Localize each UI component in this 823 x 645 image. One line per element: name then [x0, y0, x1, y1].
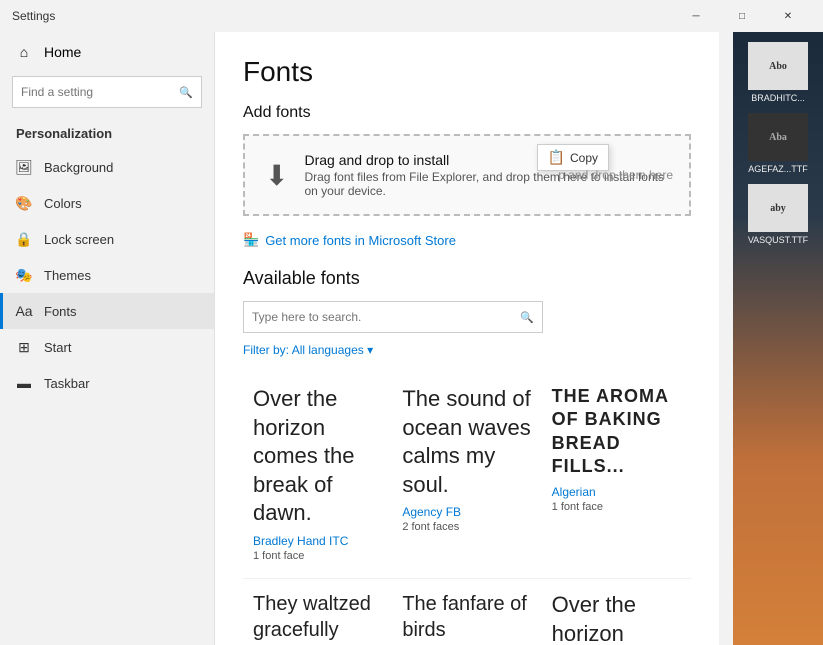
- copy-label: Copy: [570, 151, 598, 165]
- themes-icon: 🎭: [16, 267, 32, 283]
- desktop-icon-label: AGEFAZ...TTF: [748, 164, 808, 174]
- filter-bar: Filter by: All languages ▾: [243, 343, 691, 357]
- taskbar-icon: ▬: [16, 375, 32, 391]
- add-fonts-title: Add fonts: [243, 104, 691, 122]
- filter-label: Filter by:: [243, 343, 289, 357]
- fonts-search[interactable]: 🔍: [243, 301, 543, 333]
- fonts-grid: Over the horizon comes the break of dawn…: [243, 373, 691, 645]
- desktop-file-icon[interactable]: aby VASQUST.TTF: [743, 184, 813, 245]
- maximize-button[interactable]: □: [719, 0, 765, 32]
- desktop-strip: Abo BRADHITC... Aba AGEFAZ...TTF aby VAS…: [733, 32, 823, 645]
- font-preview: The sound of ocean waves calms my soul.: [402, 385, 531, 499]
- scrollbar[interactable]: [719, 32, 733, 645]
- fonts-search-input[interactable]: [252, 310, 520, 324]
- sidebar-item-colors[interactable]: 🎨 Colors: [0, 185, 214, 221]
- sidebar-item-start[interactable]: ⊞ Start: [0, 329, 214, 365]
- fonts-search-icon: 🔍: [520, 311, 534, 324]
- font-card[interactable]: The fanfare of birds announces th... Ari…: [392, 579, 541, 645]
- drag-drop-icon: ⬇: [265, 159, 288, 192]
- desktop-icon-label: BRADHITC...: [751, 93, 805, 103]
- titlebar-title: Settings: [12, 9, 673, 23]
- store-icon: 🏪: [243, 232, 259, 248]
- sidebar-item-themes[interactable]: 🎭 Themes: [0, 257, 214, 293]
- filter-value[interactable]: All languages ▾: [292, 343, 373, 357]
- font-card[interactable]: They waltzed gracefully through the air.…: [243, 579, 392, 645]
- fonts-icon: Aa: [16, 303, 32, 319]
- desktop-icons: Abo BRADHITC... Aba AGEFAZ...TTF aby VAS…: [743, 42, 813, 245]
- desktop-icon-thumb: Abo: [748, 42, 808, 90]
- sidebar-item-label: Lock screen: [44, 232, 114, 247]
- desktop-file-icon[interactable]: Abo BRADHITC...: [743, 42, 813, 103]
- titlebar: Settings ─ □ ✕: [0, 0, 823, 32]
- store-link-label: Get more fonts in Microsoft Store: [265, 233, 456, 248]
- font-faces: 1 font face: [552, 501, 681, 513]
- sidebar-item-label: Start: [44, 340, 71, 355]
- sidebar-item-label: Taskbar: [44, 376, 90, 391]
- font-faces: 2 font faces: [402, 521, 531, 533]
- available-fonts-title: Available fonts: [243, 268, 691, 289]
- sidebar-search[interactable]: 🔍: [12, 76, 202, 108]
- drop-right-text: p and drop them here: [558, 168, 673, 182]
- sidebar-item-fonts[interactable]: Aa Fonts: [0, 293, 214, 329]
- font-card[interactable]: Over the horizon comes the break of dawn…: [542, 579, 691, 645]
- desktop-file-icon[interactable]: Aba AGEFAZ...TTF: [743, 113, 813, 174]
- font-preview: They waltzed gracefully through the air.: [253, 591, 382, 645]
- desktop-icon-label: VASQUST.TTF: [748, 235, 808, 245]
- home-icon: ⌂: [16, 44, 32, 60]
- sidebar-search-input[interactable]: [21, 85, 179, 99]
- font-name: Agency FB: [402, 505, 531, 519]
- sidebar-item-taskbar[interactable]: ▬ Taskbar: [0, 365, 214, 401]
- drop-zone-main-text: Drag and drop to install: [304, 152, 669, 168]
- font-preview: Over the horizon comes the break of dawn…: [253, 385, 382, 528]
- search-icon: 🔍: [179, 86, 193, 99]
- font-card[interactable]: Over the horizon comes the break of dawn…: [243, 373, 392, 579]
- sidebar-item-label: Themes: [44, 268, 91, 283]
- sidebar: ⌂ Home 🔍 Personalization 🖼 Background 🎨 Col…: [0, 32, 215, 645]
- sidebar-item-background[interactable]: 🖼 Background: [0, 149, 214, 185]
- store-link[interactable]: 🏪 Get more fonts in Microsoft Store: [243, 232, 691, 248]
- font-faces: 1 font face: [253, 550, 382, 562]
- drop-zone[interactable]: ⬇ Drag and drop to install Drag font fil…: [243, 134, 691, 216]
- sidebar-item-lock-screen[interactable]: 🔒 Lock screen: [0, 221, 214, 257]
- copy-icon: 📋: [548, 149, 565, 166]
- sidebar-item-home[interactable]: ⌂ Home: [0, 32, 214, 72]
- start-icon: ⊞: [16, 339, 32, 355]
- titlebar-controls: ─ □ ✕: [673, 0, 811, 32]
- app-container: ⌂ Home 🔍 Personalization 🖼 Background 🎨 Col…: [0, 32, 823, 645]
- home-label: Home: [44, 44, 81, 60]
- font-preview: Over the horizon comes the break of dawn…: [552, 591, 681, 645]
- lock-screen-icon: 🔒: [16, 231, 32, 247]
- sidebar-items: 🖼 Background 🎨 Colors 🔒 Lock screen 🎭 Themes Aa F…: [0, 149, 214, 401]
- font-preview: The fanfare of birds announces th...: [402, 591, 531, 645]
- sidebar-item-label: Background: [44, 160, 113, 175]
- font-name: Bradley Hand ITC: [253, 534, 382, 548]
- background-icon: 🖼: [16, 159, 32, 175]
- sidebar-section-title: Personalization: [0, 120, 214, 149]
- colors-icon: 🎨: [16, 195, 32, 211]
- font-preview: THE AROMA OF BAKING BREAD FILLS...: [552, 385, 681, 479]
- font-name: Algerian: [552, 485, 681, 499]
- close-button[interactable]: ✕: [765, 0, 811, 32]
- sidebar-item-label: Fonts: [44, 304, 77, 319]
- copy-tooltip: 📋 Copy: [537, 144, 609, 171]
- font-card[interactable]: The sound of ocean waves calms my soul. …: [392, 373, 541, 579]
- font-card[interactable]: THE AROMA OF BAKING BREAD FILLS... Alger…: [542, 373, 691, 579]
- desktop-icon-thumb: aby: [748, 184, 808, 232]
- page-title: Fonts: [243, 56, 691, 88]
- desktop-icon-thumb: Aba: [748, 113, 808, 161]
- sidebar-item-label: Colors: [44, 196, 82, 211]
- minimize-button[interactable]: ─: [673, 0, 719, 32]
- main-content: Fonts Add fonts ⬇ Drag and drop to insta…: [215, 32, 719, 645]
